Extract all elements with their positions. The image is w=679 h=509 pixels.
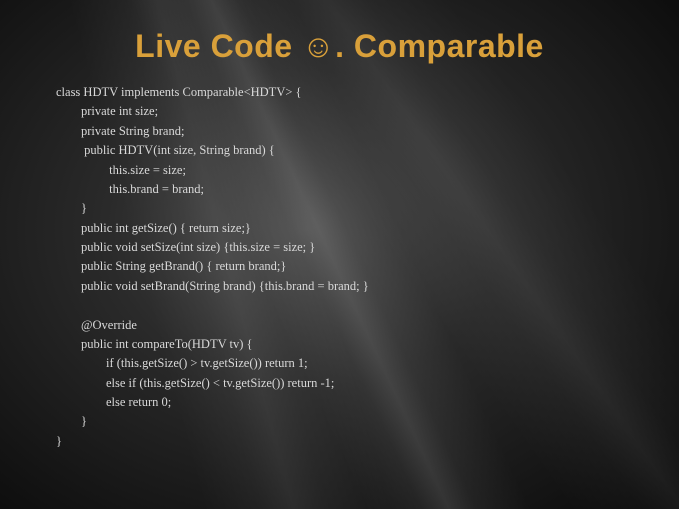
title-prefix: Live Code [135,28,302,64]
code-block: class HDTV implements Comparable<HDTV> {… [48,83,631,451]
title-suffix: . Comparable [335,28,544,64]
slide-container: Live Code ☺. Comparable class HDTV imple… [0,0,679,509]
slide-title: Live Code ☺. Comparable [48,28,631,65]
smile-icon: ☺ [302,28,335,64]
